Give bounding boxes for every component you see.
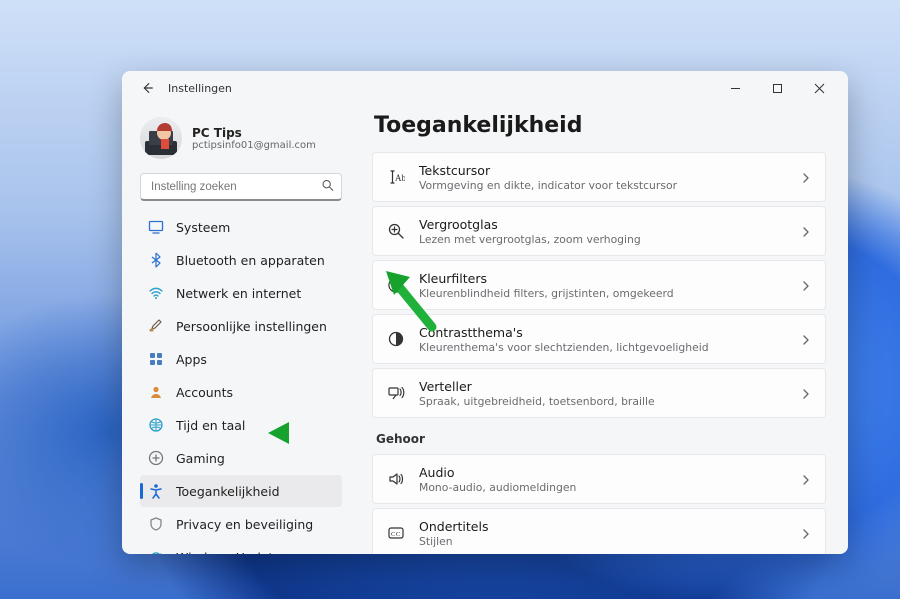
settings-window: Instellingen	[122, 71, 848, 554]
maximize-icon	[772, 83, 783, 94]
chevron-right-icon	[801, 222, 811, 241]
arrow-left-icon	[140, 81, 154, 95]
avatar	[140, 117, 182, 159]
sidebar-item-label: Persoonlijke instellingen	[176, 319, 327, 334]
sidebar-item-label: Bluetooth en apparaten	[176, 253, 325, 268]
card-subtitle: Kleurenblindheid filters, grijstinten, o…	[419, 287, 787, 300]
sidebar-item-label: Gaming	[176, 451, 225, 466]
speaker-icon	[387, 470, 405, 488]
shield-icon	[148, 516, 164, 532]
close-button[interactable]	[798, 73, 840, 103]
titlebar: Instellingen	[122, 71, 848, 105]
sidebar-item-label: Windows Update	[176, 550, 281, 555]
card-ondertitels[interactable]: CC Ondertitels Stijlen	[372, 508, 826, 554]
chevron-right-icon	[801, 276, 811, 295]
windows-update-icon	[148, 549, 164, 554]
apps-icon	[148, 351, 164, 367]
paintbrush-icon	[148, 318, 164, 334]
sidebar-item-label: Netwerk en internet	[176, 286, 301, 301]
minimize-icon	[730, 83, 741, 94]
wifi-icon	[148, 285, 164, 301]
sidebar-item-label: Apps	[176, 352, 207, 367]
avatar-illustration-icon	[141, 119, 181, 159]
card-vergrootglas[interactable]: Vergrootglas Lezen met vergrootglas, zoo…	[372, 206, 826, 256]
chevron-right-icon	[801, 384, 811, 403]
card-verteller[interactable]: Verteller Spraak, uitgebreidheid, toetse…	[372, 368, 826, 418]
desktop-wallpaper: Instellingen	[0, 0, 900, 599]
close-icon	[814, 83, 825, 94]
svg-text:Ab: Ab	[395, 173, 405, 183]
sidebar-item-privacy[interactable]: Privacy en beveiliging	[140, 508, 342, 540]
chevron-right-icon	[801, 470, 811, 489]
sidebar: PC Tips pctipsinfo01@gmail.com Systeem	[122, 105, 354, 554]
accessibility-icon	[148, 483, 164, 499]
minimize-button[interactable]	[714, 73, 756, 103]
card-subtitle: Kleurenthema's voor slechtzienden, licht…	[419, 341, 787, 354]
card-subtitle: Spraak, uitgebreidheid, toetsenbord, bra…	[419, 395, 787, 408]
sidebar-item-label: Systeem	[176, 220, 230, 235]
text-cursor-icon: Ab	[387, 168, 405, 186]
magnifier-plus-icon	[387, 222, 405, 240]
clock-globe-icon	[148, 417, 164, 433]
card-title: Contrastthema's	[419, 325, 787, 340]
annotation-arrow-main	[382, 267, 442, 337]
card-subtitle: Lezen met vergrootglas, zoom verhoging	[419, 233, 787, 246]
page-title: Toegankelijkheid	[374, 113, 828, 138]
maximize-button[interactable]	[756, 73, 798, 103]
card-title: Vergrootglas	[419, 217, 787, 232]
card-title: Verteller	[419, 379, 787, 394]
sidebar-item-accounts[interactable]: Accounts	[140, 376, 342, 408]
settings-list: Ab Tekstcursor Vormgeving en dikte, indi…	[372, 152, 828, 554]
sidebar-item-label: Accounts	[176, 385, 233, 400]
system-icon	[148, 219, 164, 235]
card-tekstcursor[interactable]: Ab Tekstcursor Vormgeving en dikte, indi…	[372, 152, 826, 202]
sidebar-item-label: Privacy en beveiliging	[176, 517, 313, 532]
bluetooth-icon	[148, 252, 164, 268]
window-title: Instellingen	[168, 82, 232, 95]
card-title: Audio	[419, 465, 787, 480]
chevron-right-icon	[801, 524, 811, 543]
annotation-arrow-sidebar	[265, 418, 335, 448]
card-subtitle: Stijlen	[419, 535, 787, 548]
account-email: pctipsinfo01@gmail.com	[192, 140, 316, 151]
svg-text:CC: CC	[391, 531, 401, 538]
chevron-right-icon	[801, 330, 811, 349]
sidebar-item-windows-update[interactable]: Windows Update	[140, 541, 342, 554]
cc-icon: CC	[387, 524, 405, 542]
chevron-right-icon	[801, 168, 811, 187]
card-title: Ondertitels	[419, 519, 787, 534]
sidebar-item-label: Toegankelijkheid	[176, 484, 280, 499]
search-icon	[321, 179, 334, 196]
narrator-icon	[387, 384, 405, 402]
search-input[interactable]	[140, 173, 342, 201]
section-title-gehoor: Gehoor	[376, 432, 826, 446]
back-button[interactable]	[136, 77, 158, 99]
sidebar-item-bluetooth[interactable]: Bluetooth en apparaten	[140, 244, 342, 276]
account-name: PC Tips	[192, 126, 316, 140]
sidebar-item-toegankelijkheid[interactable]: Toegankelijkheid	[140, 475, 342, 507]
sidebar-item-persoonlijk[interactable]: Persoonlijke instellingen	[140, 310, 342, 342]
account-block[interactable]: PC Tips pctipsinfo01@gmail.com	[140, 113, 342, 171]
card-title: Tekstcursor	[419, 163, 787, 178]
card-title: Kleurfilters	[419, 271, 787, 286]
card-subtitle: Vormgeving en dikte, indicator voor teks…	[419, 179, 787, 192]
sidebar-item-label: Tijd en taal	[176, 418, 245, 433]
sidebar-item-netwerk[interactable]: Netwerk en internet	[140, 277, 342, 309]
card-audio[interactable]: Audio Mono-audio, audiomeldingen	[372, 454, 826, 504]
person-icon	[148, 384, 164, 400]
sidebar-nav: Systeem Bluetooth en apparaten Netwerk e…	[140, 211, 342, 554]
card-subtitle: Mono-audio, audiomeldingen	[419, 481, 787, 494]
sidebar-item-apps[interactable]: Apps	[140, 343, 342, 375]
sidebar-item-systeem[interactable]: Systeem	[140, 211, 342, 243]
gaming-icon	[148, 450, 164, 466]
